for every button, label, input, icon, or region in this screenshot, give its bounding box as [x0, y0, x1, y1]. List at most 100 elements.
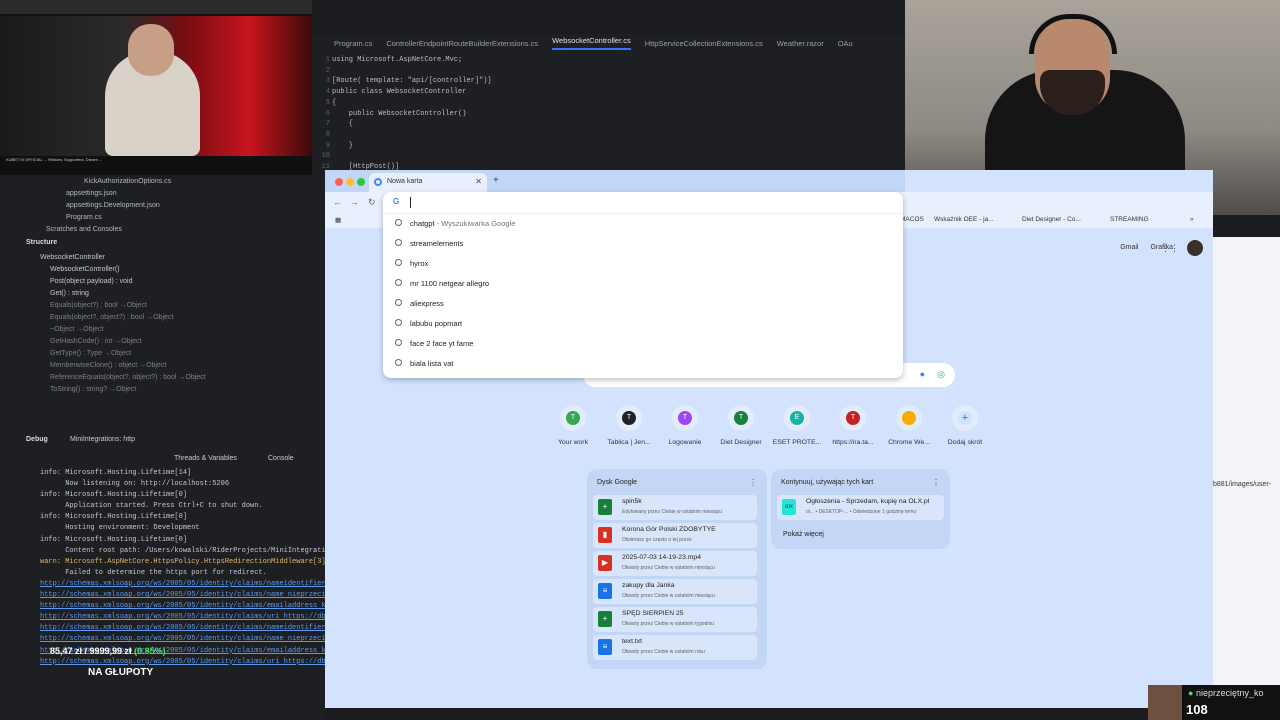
structure-item[interactable]: GetHashCode() : int →Object — [50, 338, 141, 345]
code-line: { — [332, 120, 354, 129]
shortcut-tile[interactable]: Chrome We... — [881, 405, 937, 446]
back-icon[interactable]: ← — [333, 197, 342, 207]
console-line[interactable]: http://schemas.xmlsoap.org/ws/2005/05/id… — [40, 590, 334, 601]
forward-icon[interactable]: → — [350, 197, 359, 207]
lens-icon[interactable]: ◎ — [937, 369, 945, 380]
code-line: public WebsocketController() — [332, 109, 467, 118]
tab-suggestion-sub: ol... • DESKTOP-... • Odwiedzone 1 godzi… — [806, 509, 917, 515]
omnibox-suggestion[interactable]: mr 1100 netgear allegro — [383, 274, 903, 294]
close-tab-icon[interactable]: ✕ — [475, 177, 482, 186]
shortcut-tile[interactable]: Thttps://ira.ta... — [825, 405, 881, 446]
donation-percent: (0.85%) — [134, 646, 166, 656]
close-window-icon[interactable] — [335, 178, 343, 186]
file-subtitle: Otwarty przez Ciebie w ostatnim tygodniu — [622, 621, 714, 627]
drive-file[interactable]: ▮ Korona Gór Polski ZDOBYTYE Otwierasz go … — [593, 523, 757, 548]
drive-file[interactable]: + spin5k Edytowany przez Ciebie w ostatnim… — [593, 495, 757, 520]
tree-item[interactable]: KickAuthorizationOptions.cs — [84, 178, 171, 185]
omnibox-suggestion[interactable]: hyrox — [383, 254, 903, 274]
bookmark-item[interactable]: Wskaźnik OEE - ja... — [934, 216, 994, 223]
debug-config-tab[interactable]: MiniIntegrations: http — [70, 436, 135, 443]
code-editor[interactable]: 1 using Microsoft.AspNetCore.Mvc; 2 3 [Route… — [312, 52, 905, 180]
editor-tab-active[interactable]: WebsocketController.cs — [552, 36, 631, 50]
console-tab[interactable]: Console — [268, 455, 294, 462]
structure-item[interactable]: ~Object →Object — [50, 326, 104, 333]
microphone-icon[interactable]: ● — [920, 369, 925, 379]
bookmark-item[interactable]: MACOS — [900, 216, 924, 223]
tab-suggestion[interactable]: olx Ogłoszenia - Sprzedam, kupię na OLX.… — [777, 495, 944, 520]
tree-item[interactable]: appsettings.json — [66, 190, 117, 197]
omnibox-suggestion[interactable]: labubu popmart — [383, 314, 903, 334]
omnibox-suggestion[interactable]: aliexpress — [383, 294, 903, 314]
console-line[interactable]: http://schemas.xmlsoap.org/ws/2005/05/id… — [40, 601, 338, 612]
suggestion-text: biala lista vat — [410, 359, 453, 368]
suggestion-text: face 2 face yt fame — [410, 339, 473, 348]
shortcut-circle: + — [952, 405, 978, 431]
more-options-icon[interactable]: ⋮ — [932, 478, 940, 487]
apps-grid-icon[interactable]: ▦ — [335, 216, 341, 224]
structure-item[interactable]: Post(object payload) : void — [50, 278, 133, 285]
more-options-icon[interactable]: ⋮ — [749, 478, 757, 487]
new-tab-icon[interactable]: + — [493, 175, 499, 186]
structure-item[interactable]: ToString() : string? →Object — [50, 386, 136, 393]
threads-tab[interactable]: Threads & Variables — [174, 455, 237, 462]
editor-tab[interactable]: HttpServiceCollectionExtensions.cs — [645, 39, 763, 48]
shortcut-tile[interactable]: T Your work — [545, 405, 601, 446]
bookmark-item[interactable]: Diet Designer - Co... — [1022, 216, 1081, 223]
gmail-link[interactable]: Gmail — [1120, 244, 1138, 251]
bookmarks-overflow-icon[interactable]: » — [1190, 216, 1194, 223]
video-player[interactable]: KUBET III OFFICIAL ... Reklam, Supporter… — [0, 0, 312, 175]
structure-item[interactable]: ReferenceEquals(object?, object?) : bool… — [50, 374, 206, 381]
editor-tab[interactable]: Program.cs — [334, 39, 372, 48]
console-line[interactable]: http://schemas.xmlsoap.org/ws/2005/05/id… — [40, 612, 334, 623]
drive-file[interactable]: ≡ text.txt Otwarty przez Ciebie w ostatnim… — [593, 635, 757, 660]
structure-item[interactable]: MemberwiseClone() : object →Object — [50, 362, 166, 369]
shortcut-icon: T — [846, 411, 860, 425]
show-more-link[interactable]: Pokaż więcej — [783, 531, 824, 538]
omnibox-suggestion[interactable]: biala lista vat — [383, 354, 903, 374]
shortcut-tile[interactable]: T Tablica | Jen... — [601, 405, 657, 446]
bookmark-item[interactable]: STREAMING — [1110, 216, 1149, 223]
tree-item[interactable]: Scratches and Consoles — [46, 226, 122, 233]
structure-item[interactable]: WebsocketController() — [50, 266, 120, 273]
drive-file[interactable]: + SPĘD SIERPIEN 25 Otwarty przez Ciebie w … — [593, 607, 757, 632]
console-line[interactable]: http://schemas.xmlsoap.org/ws/2005/05/id… — [40, 623, 338, 634]
account-avatar[interactable] — [1187, 240, 1203, 256]
address-bar[interactable]: G — [383, 192, 903, 214]
structure-item[interactable]: Equals(object?) : bool →Object — [50, 302, 147, 309]
console-line[interactable]: http://schemas.xmlsoap.org/ws/2005/05/id… — [40, 657, 334, 668]
editor-tab[interactable]: ControllerEndpointRouteBuilderExtensions… — [386, 39, 538, 48]
omnibox-suggestion[interactable]: streamelements — [383, 234, 903, 254]
maximize-window-icon[interactable] — [357, 178, 365, 186]
omnibox-suggestion[interactable]: face 2 face yt fame — [383, 334, 903, 354]
drive-file[interactable]: ≡ zakupy dla Janka Otwarty przez Ciebie w … — [593, 579, 757, 604]
tree-item[interactable]: Program.cs — [66, 214, 102, 221]
editor-tab[interactable]: Weather.razor — [777, 39, 824, 48]
tree-item[interactable]: appsettings.Development.json — [66, 202, 160, 209]
structure-item[interactable]: Get() : string — [50, 290, 89, 297]
browser-tab[interactable]: Nowa karta ✕ — [369, 173, 487, 192]
minimize-window-icon[interactable] — [346, 178, 354, 186]
shortcut-tile[interactable]: E ESET PROTE... — [769, 405, 825, 446]
shortcut-circle: T — [672, 405, 698, 431]
file-subtitle: Otwierasz go często o tej porze — [622, 537, 692, 543]
editor-tab[interactable]: OAu — [838, 39, 853, 48]
shortcut-tile[interactable]: + Dodaj skrót — [937, 405, 993, 446]
video-tabbar — [0, 0, 312, 14]
google-apps-icon[interactable]: ⋮⋮ — [1161, 243, 1179, 254]
structure-item[interactable]: GetType() : Type →Object — [50, 350, 131, 357]
drive-file[interactable]: ▶ 2025-07-03 14-19-23.mp4 Otwarty przez Ci… — [593, 551, 757, 576]
reload-icon[interactable]: ↻ — [368, 197, 376, 208]
shortcut-tile[interactable]: T Diet Designer — [713, 405, 769, 446]
omnibox-suggestion[interactable]: chatgpt - Wyszukiwarka Google — [383, 214, 903, 234]
structure-item[interactable]: Equals(object?, object?) : bool →Object — [50, 314, 173, 321]
structure-item[interactable]: WebsocketController — [40, 254, 105, 261]
streamer-overlay: ● nieprzeciętny_ko 108 — [1148, 685, 1280, 720]
console-line[interactable]: http://schemas.xmlsoap.org/ws/2005/05/id… — [40, 634, 334, 645]
shortcut-icon: + — [958, 411, 972, 425]
video-person-head — [128, 24, 174, 76]
code-line: using Microsoft.AspNetCore.Mvc; — [332, 56, 463, 64]
shortcut-tile[interactable]: T Logowanie — [657, 405, 713, 446]
console-line[interactable]: http://schemas.xmlsoap.org/ws/2005/05/id… — [40, 579, 338, 590]
shortcut-label: Tablica | Jen... — [607, 439, 651, 446]
console-line: info: Microsoft.Hosting.Lifetime[0] — [40, 535, 188, 544]
